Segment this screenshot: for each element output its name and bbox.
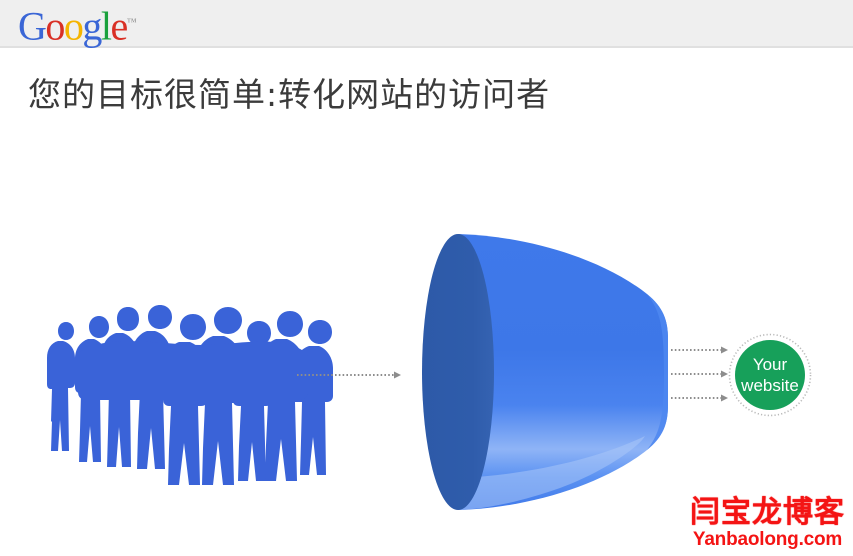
google-logo-letter-e: e [110, 3, 129, 49]
website-node-line2: website [740, 376, 799, 395]
funnel-front-face [422, 234, 494, 510]
dotted-arrows-funnel-to-website [671, 346, 728, 402]
header-bar: Google™ [0, 0, 853, 48]
conversion-diagram: Your website [0, 48, 853, 556]
watermark-url-text: Yanbaolong.com [692, 529, 843, 550]
google-logo-letter-o1: o [45, 3, 65, 49]
your-website-node[interactable]: Your website [728, 333, 812, 417]
conversion-funnel [422, 234, 668, 510]
google-logo-letter-o2: o [63, 3, 84, 49]
watermark-chinese-text: 闫宝龙博客 [690, 495, 845, 530]
google-logo[interactable]: Google™ [18, 1, 137, 48]
crowd-body-mass [78, 341, 308, 400]
website-node-circle [735, 340, 805, 410]
google-logo-letter-g1: G [18, 3, 47, 49]
google-logo-letter-g2: g [82, 3, 102, 49]
google-logo-letter-l: l [100, 3, 112, 49]
watermark: 闫宝龙博客 Yanbaolong.com [690, 495, 845, 551]
website-node-line1: Your [753, 355, 788, 374]
trademark-icon: ™ [126, 17, 137, 28]
